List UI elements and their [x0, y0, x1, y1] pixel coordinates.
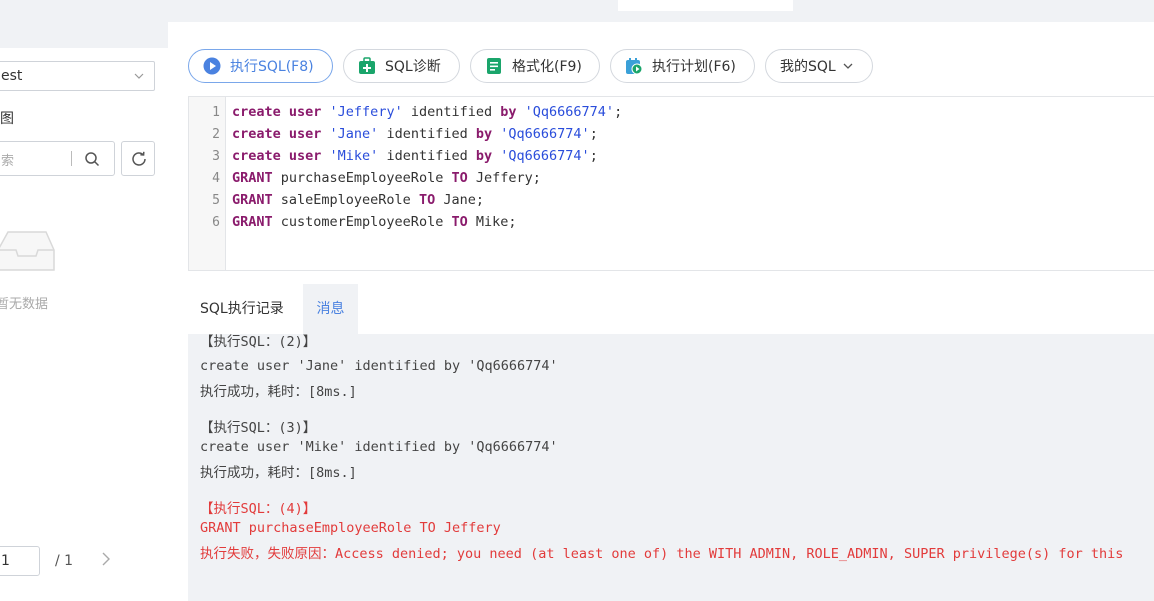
- line-number-gutter: 1 2 3 4 5 6: [189, 97, 226, 270]
- sql-token: identified: [378, 126, 476, 142]
- sql-token: identified: [402, 104, 501, 120]
- my-sql-dropdown[interactable]: 我的SQL: [765, 49, 873, 83]
- line-number: 2: [212, 127, 220, 142]
- sql-token: saleEmployeeRole: [272, 192, 419, 208]
- message-error-reason: 执行失败，失败原因：Access denied; you need (at le…: [200, 546, 1124, 562]
- sql-keyword: TO: [451, 170, 468, 186]
- execution-plan-label: 执行计划(F6): [652, 59, 736, 75]
- line-number: 6: [212, 215, 220, 230]
- sidebar: est 图 索 暂无数据 1 / 1: [0, 48, 168, 601]
- chevron-down-icon: [843, 63, 853, 69]
- top-bar: [0, 0, 1154, 22]
- sql-keyword: by: [475, 126, 493, 142]
- sql-string: 'Jane': [329, 126, 379, 142]
- sql-diagnose-button[interactable]: SQL诊断: [343, 49, 460, 83]
- line-number: 3: [212, 149, 220, 164]
- active-tab-chip[interactable]: [618, 0, 793, 11]
- line-number: 5: [212, 193, 220, 208]
- page-total: / 1: [55, 553, 74, 569]
- sql-token: ;: [614, 104, 623, 120]
- sql-keyword: create user: [232, 126, 330, 142]
- tab-sql-history[interactable]: SQL执行记录: [200, 284, 284, 334]
- message-result: 执行成功，耗时：[8ms.]: [200, 465, 357, 481]
- message-header: 【执行SQL：(3)】: [200, 420, 317, 436]
- empty-state-text: 暂无数据: [0, 297, 49, 312]
- code-line: GRANT purchaseEmployeeRole TO Jeffery;: [232, 170, 541, 186]
- message-sql: create user 'Jane' identified by 'Qq6666…: [200, 358, 558, 374]
- database-select[interactable]: est: [0, 61, 155, 91]
- format-document-icon: [487, 58, 501, 74]
- code-line: create user 'Jane' identified by 'Qq6666…: [232, 126, 598, 142]
- refresh-button[interactable]: [121, 141, 155, 176]
- message-header: 【执行SQL：(2)】: [200, 334, 317, 350]
- sql-keyword: GRANT: [232, 214, 273, 230]
- code-line: create user 'Mike' identified by 'Qq6666…: [232, 148, 598, 164]
- next-page-icon[interactable]: [100, 551, 112, 567]
- my-sql-label: 我的SQL: [780, 59, 836, 75]
- database-select-value: est: [1, 68, 23, 84]
- sql-string: 'Qq6666774': [500, 148, 590, 164]
- execute-sql-label: 执行SQL(F8): [230, 59, 314, 75]
- sql-token: ;: [589, 148, 598, 164]
- sql-string: 'Qq6666774': [524, 104, 615, 120]
- sql-token: Jane;: [435, 192, 484, 208]
- message-result: 执行成功，耗时：[8ms.]: [200, 384, 357, 400]
- sql-keyword: TO: [451, 214, 468, 230]
- search-icon[interactable]: [84, 151, 100, 167]
- message-sql-error: GRANT purchaseEmployeeRole TO Jeffery: [200, 520, 501, 536]
- code-line: create user 'Jeffery' identified by 'Qq6…: [232, 104, 622, 120]
- format-label: 格式化(F9): [512, 59, 582, 75]
- sql-token: Mike;: [467, 214, 517, 230]
- execute-sql-button[interactable]: 执行SQL(F8): [188, 49, 333, 83]
- page-number-input[interactable]: 1: [0, 546, 40, 576]
- play-icon: [203, 57, 221, 75]
- sql-diagnose-label: SQL诊断: [385, 59, 441, 75]
- line-number: 1: [212, 105, 220, 120]
- search-separator: [71, 151, 72, 166]
- execution-plan-icon: [626, 58, 643, 75]
- sql-keyword: by: [475, 148, 493, 164]
- sql-editor[interactable]: 1 2 3 4 5 6 create user 'Jeffery' identified …: [188, 96, 1154, 271]
- result-tabs: SQL执行记录 消息: [188, 284, 1154, 334]
- code-line: GRANT customerEmployeeRole TO Mike;: [232, 214, 517, 230]
- sql-token: purchaseEmployeeRole: [272, 170, 452, 186]
- sql-string: 'Mike': [329, 148, 379, 164]
- sql-keyword: by: [500, 104, 517, 120]
- table-search-input[interactable]: 索: [0, 141, 115, 176]
- sql-string: 'Jeffery': [329, 104, 403, 120]
- sql-keyword: create user: [232, 148, 330, 164]
- sql-token: identified: [378, 148, 476, 164]
- message-header-error: 【执行SQL：(4)】: [200, 501, 317, 517]
- code-line: GRANT saleEmployeeRole TO Jane;: [232, 192, 484, 208]
- tab-messages[interactable]: 消息: [303, 284, 358, 334]
- chevron-down-icon: [134, 73, 144, 79]
- sql-keyword: create user: [232, 104, 330, 120]
- format-button[interactable]: 格式化(F9): [470, 49, 600, 83]
- message-sql: create user 'Mike' identified by 'Qq6666…: [200, 439, 558, 455]
- sql-string: 'Qq6666774': [500, 126, 590, 142]
- line-number: 4: [212, 171, 220, 186]
- diagnose-kit-icon: [359, 57, 375, 74]
- messages-panel: 【执行SQL：(2)】 create user 'Jane' identifie…: [188, 334, 1154, 601]
- sql-token: customerEmployeeRole: [272, 214, 452, 230]
- sql-token: Jeffery;: [467, 170, 541, 186]
- empty-inbox-icon: [0, 231, 55, 271]
- sql-keyword: GRANT: [232, 192, 273, 208]
- refresh-icon: [132, 151, 146, 166]
- sql-token: ;: [589, 126, 598, 142]
- sidebar-section-title: 图: [0, 111, 14, 127]
- sql-keyword: GRANT: [232, 170, 273, 186]
- execution-plan-button[interactable]: 执行计划(F6): [610, 49, 755, 83]
- sql-keyword: TO: [418, 192, 436, 208]
- search-placeholder: 索: [1, 154, 15, 169]
